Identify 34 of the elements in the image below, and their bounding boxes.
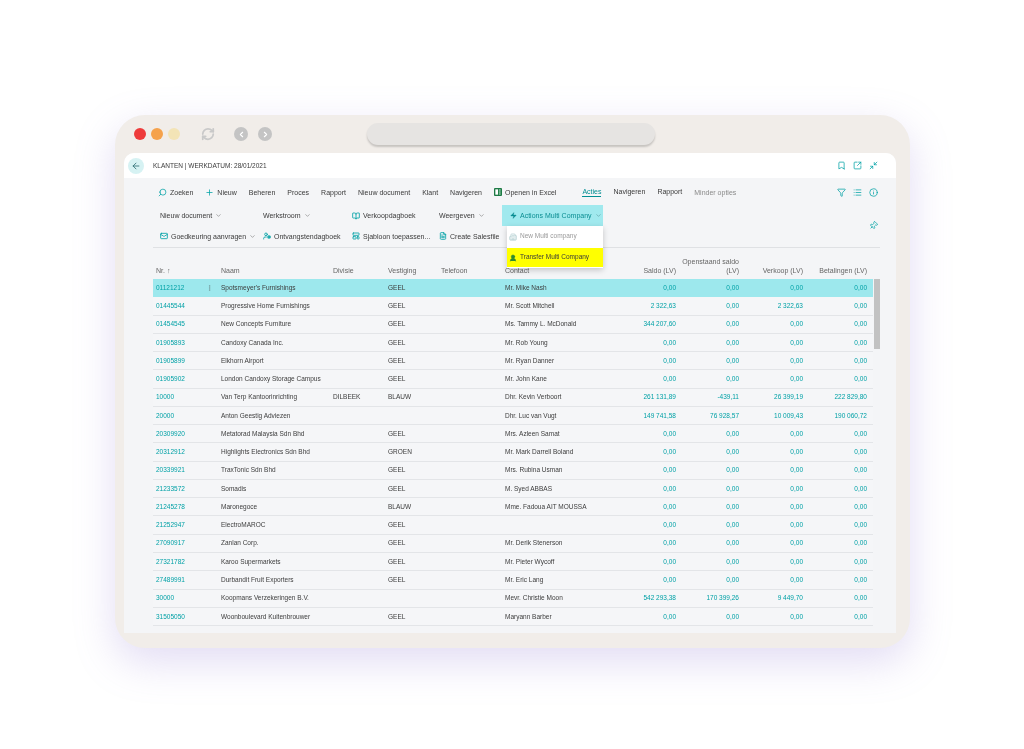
zoom-button[interactable] xyxy=(168,128,180,140)
chevron-down-icon xyxy=(594,212,602,219)
plus-icon xyxy=(205,187,215,197)
spreadsheet-icon xyxy=(494,188,502,196)
template-icon xyxy=(352,232,360,240)
back-button[interactable] xyxy=(128,157,144,174)
chevron-down-icon xyxy=(249,232,257,240)
more-options-icon[interactable] xyxy=(206,283,213,292)
info-icon[interactable] xyxy=(869,187,878,197)
lightning-icon xyxy=(510,212,517,219)
collapse-icon[interactable] xyxy=(869,161,878,170)
popout-icon[interactable] xyxy=(853,161,862,170)
chevron-down-icon xyxy=(477,212,485,219)
minimize-button[interactable] xyxy=(151,128,163,140)
document-icon xyxy=(439,232,447,240)
forward-button[interactable] xyxy=(258,127,272,141)
filter-icon[interactable] xyxy=(837,187,846,197)
book-icon xyxy=(352,211,360,220)
pin-icon[interactable] xyxy=(867,219,880,232)
search-icon xyxy=(158,187,167,197)
chevron-down-icon xyxy=(303,212,311,219)
chevron-down-icon xyxy=(215,212,223,219)
bookmark-icon[interactable] xyxy=(837,161,846,170)
back-button[interactable] xyxy=(234,127,248,141)
arrow-left-icon xyxy=(131,160,141,171)
address-bar[interactable] xyxy=(367,123,655,145)
person-icon xyxy=(509,253,517,262)
envelope-icon xyxy=(160,232,168,240)
user-gear-icon xyxy=(263,232,271,240)
refresh-icon[interactable] xyxy=(199,127,217,141)
close-button[interactable] xyxy=(134,128,146,140)
scrollbar-thumb[interactable] xyxy=(874,279,880,349)
building-icon xyxy=(509,232,517,241)
list-icon[interactable] xyxy=(853,187,862,197)
